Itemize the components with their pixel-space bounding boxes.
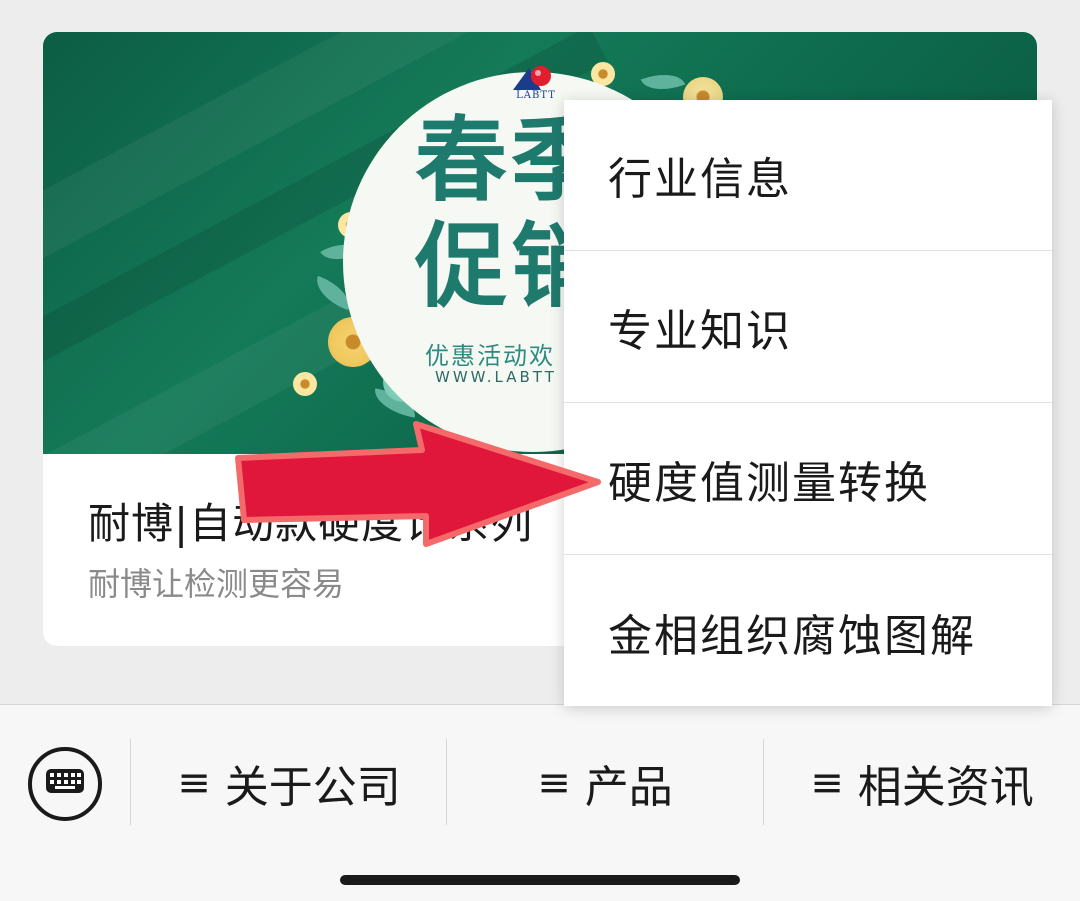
- menu-products[interactable]: ≡ 产品: [447, 743, 763, 823]
- leaf-decoration: [640, 65, 686, 99]
- submenu-popup: 行业信息 专业知识 硬度值测量转换 金相组织腐蚀图解: [564, 100, 1052, 706]
- article-source: 耐博让检测更容易: [88, 565, 345, 603]
- menu-lines-icon: ≡: [537, 760, 571, 806]
- submenu-item-hardness-conversion[interactable]: 硬度值测量转换: [564, 404, 1052, 555]
- annotation-arrow-icon: [235, 421, 601, 547]
- menu-lines-icon: ≡: [810, 760, 844, 806]
- promo-subtitle: 优惠活动欢: [425, 342, 555, 370]
- keyboard-toggle-button[interactable]: [28, 747, 102, 821]
- submenu-label: 金相组织腐蚀图解: [608, 610, 976, 662]
- menu-label: 相关资讯: [857, 762, 1034, 813]
- submenu-label: 行业信息: [608, 154, 792, 205]
- submenu-item-professional-knowledge[interactable]: 专业知识: [564, 252, 1052, 403]
- submenu-item-industry-info[interactable]: 行业信息: [564, 100, 1052, 251]
- submenu-label: 硬度值测量转换: [608, 458, 930, 509]
- bottom-menu-bar: ≡ 关于公司 ≡ 产品 ≡ 相关资讯: [0, 704, 1080, 901]
- logo-text: LABTT: [516, 90, 556, 101]
- submenu-item-metallography-corrosion[interactable]: 金相组织腐蚀图解: [564, 556, 1052, 707]
- menu-label: 关于公司: [224, 762, 401, 813]
- menu-about-company[interactable]: ≡ 关于公司: [131, 743, 447, 823]
- home-indicator: [340, 875, 740, 885]
- menu-related-news[interactable]: ≡ 相关资讯: [764, 743, 1080, 823]
- menu-lines-icon: ≡: [177, 760, 211, 806]
- menu-label: 产品: [584, 762, 673, 813]
- keyboard-icon: [46, 769, 84, 793]
- submenu-label: 专业知识: [608, 306, 792, 357]
- promo-url: WWW.LABTT: [435, 368, 557, 386]
- flower-decoration: [293, 372, 317, 396]
